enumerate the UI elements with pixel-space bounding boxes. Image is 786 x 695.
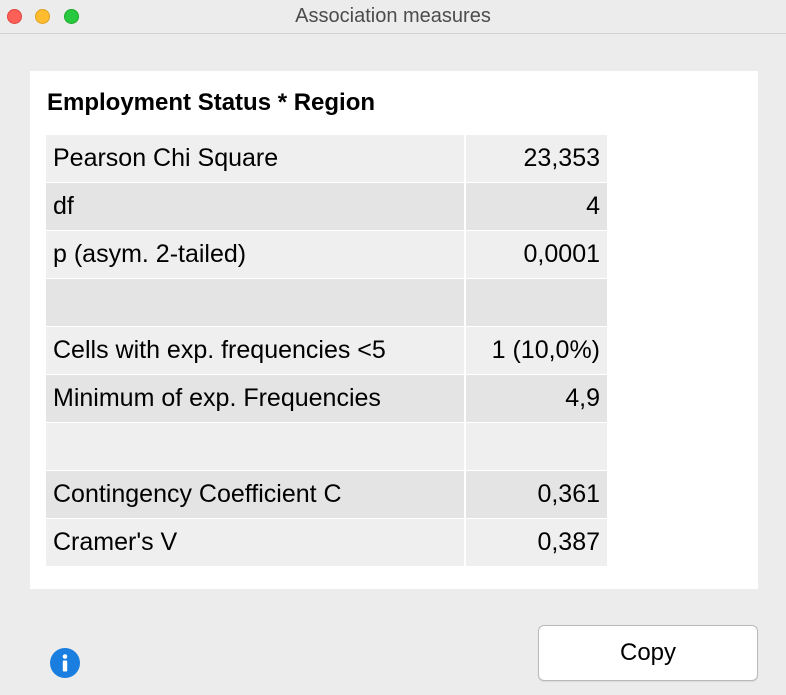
info-icon[interactable] xyxy=(50,648,80,678)
copy-button[interactable]: Copy xyxy=(538,625,758,681)
window-title: Association measures xyxy=(295,5,491,27)
row-value: 4,9 xyxy=(466,375,607,422)
table-row: Cramer's V 0,387 xyxy=(46,519,607,566)
title-bar: Association measures xyxy=(0,0,786,34)
association-table: Pearson Chi Square 23,353 df 4 p (asym. … xyxy=(46,135,607,567)
row-value: 23,353 xyxy=(466,135,607,182)
row-label: p (asym. 2-tailed) xyxy=(46,231,464,278)
row-value: 4 xyxy=(466,183,607,230)
row-label: Minimum of exp. Frequencies xyxy=(46,375,464,422)
row-label: Contingency Coefficient C xyxy=(46,471,464,518)
results-panel: Employment Status * Region Pearson Chi S… xyxy=(30,71,758,589)
row-value: 0,361 xyxy=(466,471,607,518)
table-row: Cells with exp. frequencies <5 1 (10,0%) xyxy=(46,327,607,374)
row-value xyxy=(466,423,607,470)
row-label: Cramer's V xyxy=(46,519,464,566)
row-label: Cells with exp. frequencies <5 xyxy=(46,327,464,374)
row-value: 1 (10,0%) xyxy=(466,327,607,374)
row-label: df xyxy=(46,183,464,230)
table-row: df 4 xyxy=(46,183,607,230)
table-row: Pearson Chi Square 23,353 xyxy=(46,135,607,182)
table-row-spacer xyxy=(46,423,607,470)
row-value xyxy=(466,279,607,326)
row-value: 0,0001 xyxy=(466,231,607,278)
table-row: p (asym. 2-tailed) 0,0001 xyxy=(46,231,607,278)
table-row: Contingency Coefficient C 0,361 xyxy=(46,471,607,518)
row-label xyxy=(46,423,464,470)
table-title: Employment Status * Region xyxy=(47,89,376,116)
row-label: Pearson Chi Square xyxy=(46,135,464,182)
row-label xyxy=(46,279,464,326)
table-row: Minimum of exp. Frequencies 4,9 xyxy=(46,375,607,422)
table-row-spacer xyxy=(46,279,607,326)
row-value: 0,387 xyxy=(466,519,607,566)
